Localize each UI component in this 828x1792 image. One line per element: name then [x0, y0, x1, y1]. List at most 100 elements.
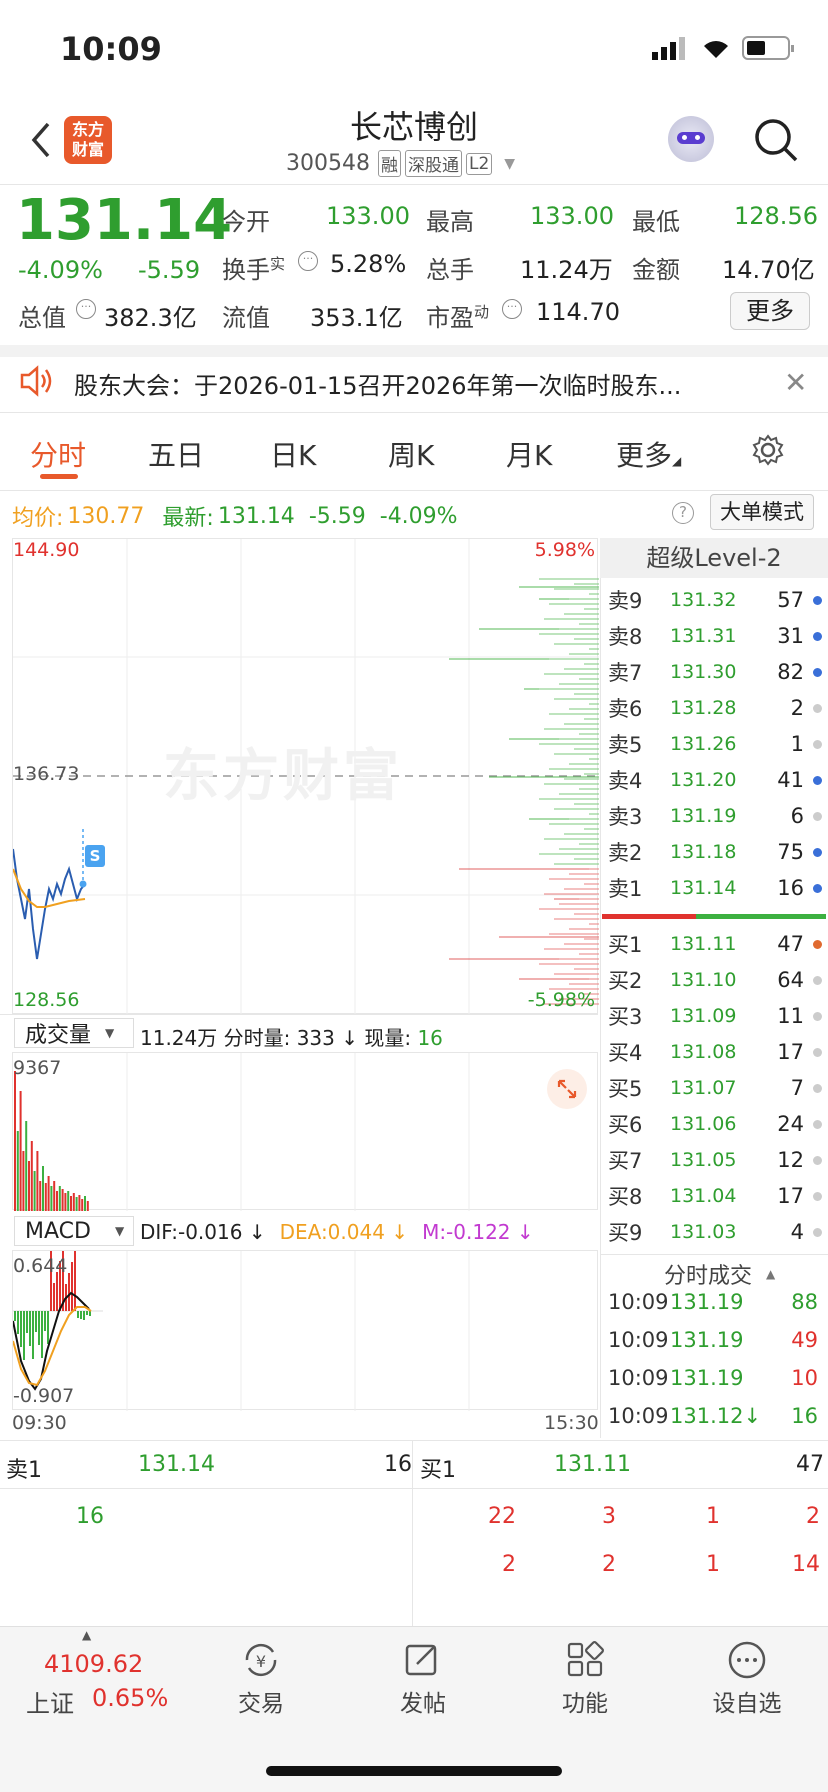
bid-qty: 64: [777, 968, 804, 992]
tab-5day[interactable]: 五日: [148, 434, 204, 474]
stat-mcap-label: 总值: [18, 304, 66, 332]
tab-monthly[interactable]: 月K: [506, 434, 552, 474]
bid-row[interactable]: 买4 131.08 17: [600, 1034, 828, 1070]
orderbook-title[interactable]: 超级Level-2: [600, 538, 828, 578]
nav-post[interactable]: 发帖: [358, 1640, 488, 1718]
macd-bottom-label: -0.907: [13, 1385, 75, 1407]
queue-divider: [412, 1440, 413, 1626]
ask-dot: [813, 739, 822, 749]
chevron-up-icon[interactable]: ▲: [82, 1628, 91, 1642]
bid-row[interactable]: 买5 131.07 7: [600, 1070, 828, 1106]
volume-selector[interactable]: 成交量 ▼: [14, 1018, 134, 1048]
big-order-mode-button[interactable]: 大单模式: [710, 494, 814, 530]
index-pct: 0.65%: [92, 1684, 169, 1712]
stat-open: 133.00: [326, 202, 410, 230]
macd-selector[interactable]: MACD ▼: [14, 1216, 134, 1246]
tab-intraday[interactable]: 分时: [30, 434, 86, 474]
robot-assistant-icon[interactable]: [668, 116, 714, 162]
nav-apps[interactable]: 功能: [520, 1640, 650, 1718]
stat-open-label: 今开: [222, 208, 270, 236]
ask-row[interactable]: 卖2 131.18 75: [600, 834, 828, 870]
ask-price: 131.20: [670, 769, 737, 791]
index-name: 上证: [26, 1690, 74, 1718]
ask-row[interactable]: 卖8 131.31 31: [600, 618, 828, 654]
turnover-sup: 实: [270, 255, 286, 273]
signal-marker[interactable]: S: [85, 845, 105, 867]
info-circle-icon[interactable]: ···: [298, 251, 318, 271]
bid-row[interactable]: 买2 131.10 64: [600, 962, 828, 998]
notice-text[interactable]: 股东大会：于2026-01-15召开2026年第一次临时股东...: [74, 366, 754, 401]
tab-weekly[interactable]: 周K: [388, 434, 434, 474]
close-icon[interactable]: ✕: [784, 366, 807, 399]
volume-bar: [61, 1189, 64, 1211]
bid-row[interactable]: 买3 131.09 11: [600, 998, 828, 1034]
dropdown-icon: ▼: [105, 1026, 115, 1040]
ask-level: 卖8: [608, 625, 643, 649]
trade-time: 10:09: [608, 1290, 669, 1314]
ask-row[interactable]: 卖7 131.30 82: [600, 654, 828, 690]
macd-bar: [86, 1311, 88, 1315]
turnover-label-text: 换手: [222, 256, 270, 284]
trade-price: 131.19: [670, 1366, 744, 1390]
volume-bar: [56, 1191, 58, 1211]
ask-level: 卖1: [608, 877, 643, 901]
ask-row[interactable]: 卖3 131.19 6: [600, 798, 828, 834]
price-chart[interactable]: 东方财富 144.90 136.73 128.56 5.98% -5.98% S: [12, 538, 599, 1015]
bid-qty: 47: [777, 932, 804, 956]
ask-row[interactable]: 卖5 131.26 1: [600, 726, 828, 762]
bid-row[interactable]: 买7 131.05 12: [600, 1142, 828, 1178]
bid-level: 买2: [608, 969, 643, 993]
macd-bar: [68, 1273, 70, 1311]
tab-daily[interactable]: 日K: [270, 434, 316, 474]
macd-bar: [44, 1311, 46, 1331]
volume-bar: [47, 1176, 50, 1211]
nav-apps-label: 功能: [562, 1691, 608, 1717]
nav-trade-label: 交易: [238, 1691, 284, 1717]
queue-buy-item: 2: [806, 1504, 820, 1529]
trade-price: 131.19: [670, 1328, 744, 1352]
more-stats-button[interactable]: 更多: [730, 292, 810, 330]
ask-qty: 75: [777, 840, 804, 864]
stat-pe-label: 市盈动: [426, 298, 489, 333]
tab-more[interactable]: 更多◢: [616, 434, 681, 474]
index-value[interactable]: 4109.62: [44, 1650, 143, 1678]
ask-level: 卖5: [608, 733, 643, 757]
stat-float: 353.1亿: [310, 304, 403, 332]
macd-bar: [71, 1262, 73, 1311]
divider: [0, 412, 828, 413]
bid-level: 买9: [608, 1221, 643, 1245]
chevron-down-icon[interactable]: ▼: [504, 156, 515, 172]
ask-row[interactable]: 卖4 131.20 41: [600, 762, 828, 798]
nav-watchlist[interactable]: 设自选: [682, 1640, 812, 1718]
trade-row: 10:09 131.12↓ 16: [600, 1404, 828, 1442]
bid-row[interactable]: 买9 131.03 4: [600, 1214, 828, 1250]
trades-header[interactable]: 分时成交 ▲: [664, 1258, 775, 1290]
help-icon[interactable]: ?: [672, 502, 694, 524]
search-icon[interactable]: [752, 116, 800, 168]
ask-row[interactable]: 卖6 131.28 2: [600, 690, 828, 726]
info-circle-icon[interactable]: ···: [76, 299, 96, 319]
expand-icon[interactable]: [547, 1069, 587, 1109]
bid-row[interactable]: 买6 131.06 24: [600, 1106, 828, 1142]
queue-sell-item: 16: [76, 1504, 104, 1529]
ask-qty: 31: [777, 624, 804, 648]
macd-m: M:-0.122 ↓: [422, 1220, 534, 1244]
gear-icon[interactable]: [752, 434, 784, 470]
info-circle-icon[interactable]: ···: [502, 299, 522, 319]
nav-trade[interactable]: ¥ 交易: [196, 1640, 326, 1718]
bid-row[interactable]: 买8 131.04 17: [600, 1178, 828, 1214]
volume-bar: [36, 1151, 39, 1211]
macd-chart[interactable]: 0.644 -0.907: [12, 1250, 598, 1411]
volume-bar: [19, 1091, 22, 1211]
stat-low-label: 最低: [632, 208, 680, 236]
bid-price: 131.06: [670, 1113, 737, 1135]
bid-row[interactable]: 买1 131.11 47: [600, 926, 828, 962]
queue-buy-item: 2: [602, 1552, 616, 1577]
volume-bar: [25, 1121, 28, 1211]
ask-qty: 82: [777, 660, 804, 684]
trades-title: 分时成交: [664, 1264, 753, 1289]
volume-chart[interactable]: 9367: [12, 1052, 598, 1211]
ask-row[interactable]: 卖9 131.32 57: [600, 582, 828, 618]
queue-buy-item: 1: [706, 1504, 720, 1529]
ask-row[interactable]: 卖1 131.14 16: [600, 870, 828, 906]
